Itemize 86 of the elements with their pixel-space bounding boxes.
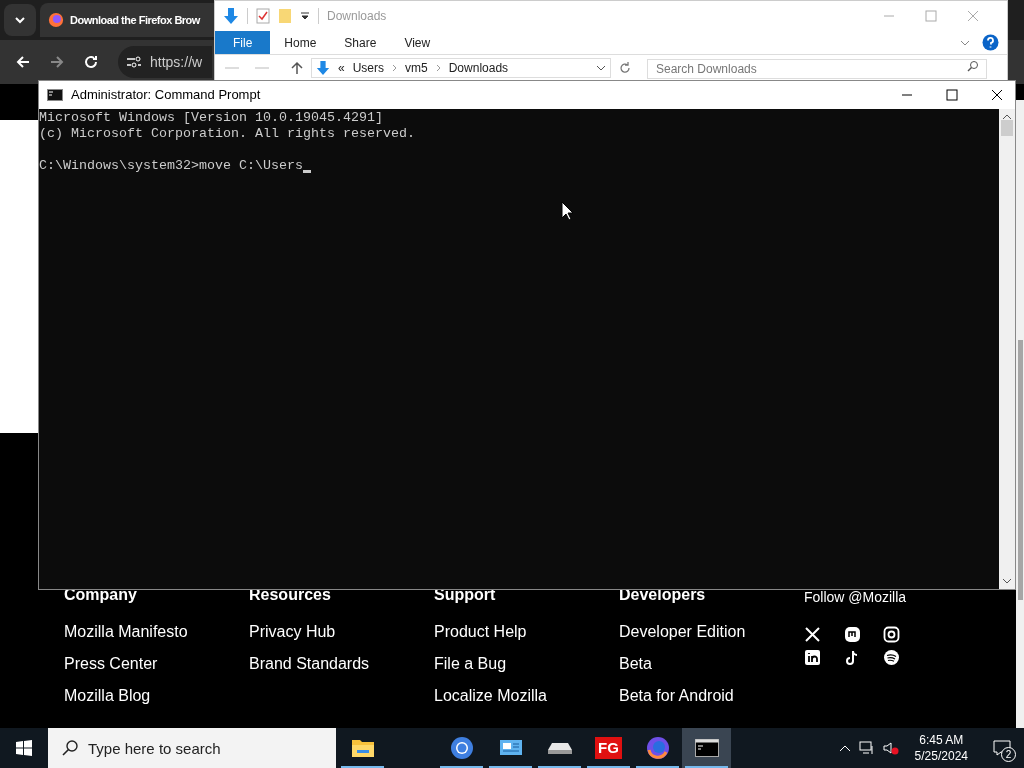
ribbon-tab[interactable]: Share bbox=[330, 31, 391, 54]
firefox-icon bbox=[48, 12, 64, 28]
address-bar[interactable]: « Users vm5 Downloads bbox=[311, 58, 611, 78]
dropdown-icon[interactable] bbox=[596, 64, 606, 72]
chevron-right-icon bbox=[392, 64, 398, 72]
footer-link[interactable]: Press Center bbox=[64, 653, 158, 674]
mastodon-icon[interactable] bbox=[843, 626, 861, 643]
dropdown-icon[interactable] bbox=[300, 11, 310, 21]
footer-link[interactable]: Brand Standards bbox=[249, 653, 370, 674]
clock[interactable]: 6:45 AM 5/25/2024 bbox=[906, 732, 976, 764]
maximize-icon[interactable] bbox=[946, 89, 958, 101]
url-text: https://w bbox=[150, 52, 203, 72]
notifications-button[interactable]: 2 bbox=[984, 728, 1020, 768]
column-heading: Support bbox=[434, 585, 497, 605]
search-icon bbox=[967, 60, 979, 72]
footer-link[interactable]: Beta for Android bbox=[619, 685, 734, 706]
footer-link[interactable]: Mozilla Manifesto bbox=[64, 621, 188, 642]
x-icon[interactable] bbox=[804, 626, 821, 643]
mouse-cursor-icon bbox=[561, 201, 574, 221]
linkedin-icon[interactable] bbox=[804, 649, 821, 666]
column-heading: Developers bbox=[619, 585, 707, 605]
footer-link[interactable]: Developer Edition bbox=[619, 621, 746, 642]
chevron-up-icon[interactable] bbox=[838, 744, 851, 752]
window-title: Administrator: Command Prompt bbox=[71, 86, 261, 105]
ribbon-tab[interactable]: File bbox=[215, 31, 271, 54]
tab-list-button[interactable] bbox=[4, 4, 36, 36]
window-title: Downloads bbox=[327, 8, 387, 25]
site-settings-icon bbox=[126, 55, 142, 69]
expand-ribbon-icon[interactable] bbox=[960, 38, 970, 47]
reload-icon[interactable] bbox=[84, 55, 98, 69]
up-arrow-icon[interactable] bbox=[291, 61, 303, 75]
breadcrumb-item[interactable]: vm5 bbox=[405, 59, 428, 77]
taskbar-app-button[interactable]: FG bbox=[584, 728, 633, 768]
overflow-chevron[interactable]: « bbox=[338, 59, 345, 77]
chevron-right-icon bbox=[435, 64, 441, 72]
column-heading: Company bbox=[64, 585, 138, 605]
scrollbar-thumb[interactable] bbox=[1017, 340, 1023, 600]
refresh-icon[interactable] bbox=[619, 62, 631, 74]
search-field[interactable]: Type here to search bbox=[48, 728, 336, 768]
ribbon-tab[interactable]: View bbox=[390, 31, 445, 54]
terminal-icon bbox=[694, 739, 719, 757]
muted-speaker-icon[interactable] bbox=[882, 741, 899, 755]
scroll-down-icon[interactable] bbox=[1002, 577, 1012, 585]
network-icon[interactable] bbox=[858, 741, 875, 755]
close-icon[interactable] bbox=[991, 89, 1003, 101]
terminal-icon bbox=[47, 89, 63, 101]
taskbar-app-button[interactable] bbox=[682, 728, 731, 768]
windows-logo-icon bbox=[16, 740, 32, 756]
help-icon[interactable] bbox=[982, 34, 999, 51]
search-icon bbox=[62, 740, 78, 756]
scroll-up-icon[interactable] bbox=[1002, 113, 1012, 121]
ribbon-tab[interactable]: Home bbox=[270, 31, 331, 54]
text-cursor bbox=[302, 170, 311, 173]
firefox-icon bbox=[645, 736, 670, 760]
console-output: Microsoft Windows [Version 10.0.19045.4291] bbox=[39, 110, 384, 126]
monitor-icon bbox=[498, 738, 523, 758]
search-field[interactable]: Search Downloads bbox=[647, 59, 987, 79]
instagram-icon[interactable] bbox=[883, 626, 901, 643]
back-icon[interactable] bbox=[16, 55, 30, 69]
footer-link[interactable]: File a Bug bbox=[434, 653, 507, 674]
scrollbar-thumb[interactable] bbox=[1001, 120, 1013, 136]
footer-link[interactable]: Beta bbox=[619, 653, 652, 674]
download-arrow-icon bbox=[316, 60, 330, 76]
follow-label: Follow @Mozilla bbox=[804, 588, 907, 607]
address-bar[interactable]: https://w bbox=[118, 46, 212, 78]
browser-tab[interactable]: Download the Firefox Brow bbox=[40, 3, 214, 37]
spotify-icon[interactable] bbox=[883, 649, 901, 666]
properties-icon[interactable] bbox=[256, 8, 270, 24]
footer-link[interactable]: Product Help bbox=[434, 621, 527, 642]
download-arrow-icon bbox=[223, 7, 239, 25]
column-heading: Resources bbox=[249, 585, 332, 605]
tab-title: Download the Firefox Brow bbox=[70, 12, 200, 28]
footer-link[interactable]: Localize Mozilla bbox=[434, 685, 547, 706]
notification-icon bbox=[993, 740, 1011, 756]
drive-icon bbox=[546, 740, 573, 756]
browser-circle-icon bbox=[449, 736, 474, 760]
breadcrumb-item[interactable]: Downloads bbox=[448, 59, 509, 77]
forward-icon[interactable] bbox=[50, 55, 64, 69]
breadcrumb-item[interactable]: Users bbox=[352, 59, 385, 77]
command-line: C:\Windows\system32>move C:\Users bbox=[39, 158, 303, 174]
console-output: (c) Microsoft Corporation. All rights reserved. bbox=[39, 126, 416, 142]
folder-icon bbox=[350, 738, 375, 758]
chevron-down-icon bbox=[14, 16, 26, 24]
notification-count: 2 bbox=[1001, 747, 1016, 762]
footer-link[interactable]: Privacy Hub bbox=[249, 621, 336, 642]
footer-link[interactable]: Mozilla Blog bbox=[64, 685, 151, 706]
